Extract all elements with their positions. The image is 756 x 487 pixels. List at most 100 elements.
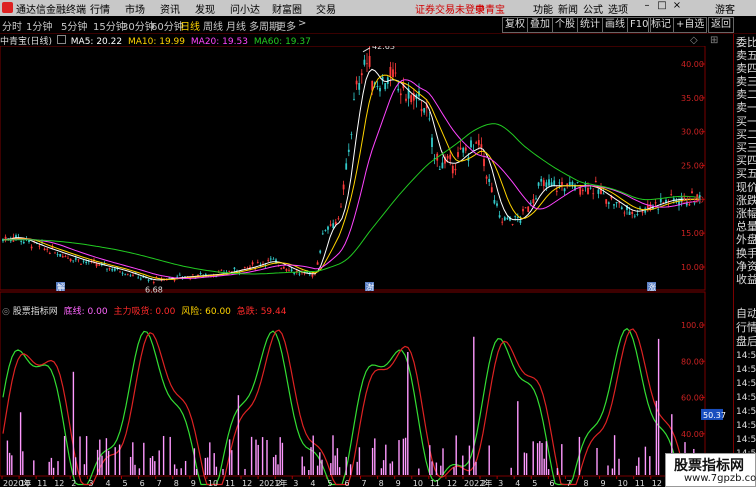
rp-shouyi: 收益 [736,273,756,286]
rp-sell4: 卖四 [736,62,756,75]
x-tick-label: 4 [515,479,520,487]
settings-icon[interactable]: ⊞ [710,35,718,46]
rp-hangqing[interactable]: 行情 [736,322,756,334]
rp-panhou[interactable]: 盘后 [736,336,756,348]
candle-body [438,169,441,170]
candle-body [405,98,407,101]
tongji-button[interactable]: 统计 [577,17,603,33]
candle-body [389,66,392,77]
x-tick-label: 4 [310,479,315,487]
high-price-pointer [362,47,371,53]
candle-body [548,179,550,186]
candle-body [228,270,231,272]
maximize-icon[interactable]: □ [655,0,669,15]
indicator-title[interactable]: 股票指标网 [13,307,58,317]
sub-y-tick-label: 60.00 [681,394,704,403]
candle-body [358,83,361,90]
diejia-button[interactable]: 叠加 [527,17,553,33]
add-watchlist-button[interactable]: +自选 [673,17,708,33]
x-tick-label: 6 [344,479,349,487]
period-1min[interactable]: 1分钟 [26,18,52,33]
menu-wenxiaoda[interactable]: 问小达 [230,1,260,16]
period-multi[interactable]: 多周期 [249,18,279,33]
x-tick-label: 10 [208,479,218,487]
candle-body [490,187,493,193]
candle-body [420,108,423,112]
menu-hangqing[interactable]: 行情 [90,1,110,16]
candle-body [394,72,397,74]
period-monthly[interactable]: 月线 [226,18,246,33]
candle-body [366,63,368,65]
candle-body [605,199,608,204]
y-tick-label: 40.00 [681,60,704,69]
candle-body [576,181,579,183]
candle-body [506,217,509,220]
back-button[interactable]: 返回 [708,17,734,33]
period-daily[interactable]: 日线 [180,18,200,33]
title-stock-name: 中青宝 [475,5,505,16]
period-fenshi[interactable]: 分时 [2,18,22,33]
indicator-settings-icon[interactable]: ◎ [2,307,10,317]
period-15min[interactable]: 15分钟 [93,18,126,33]
candle-body [527,206,530,212]
period-weekly[interactable]: 周线 [203,18,223,33]
menu-xuanxiang[interactable]: 选项 [608,1,628,16]
x-tick-label: 3 [293,479,298,487]
x-tick-label: 2 [276,479,281,487]
menu-xinwen[interactable]: 新闻 [558,1,578,16]
candle-body [319,250,322,253]
candle-body [524,207,527,209]
candle-body [545,182,548,188]
menu-caifuquan[interactable]: 财富圈 [272,1,302,16]
candle-body [462,147,465,153]
rp-zhangfu: 涨幅 [736,207,756,220]
huaxian-button[interactable]: 画线 [602,17,628,33]
candle-body [636,214,639,215]
fuquan-button[interactable]: 复权 [502,17,528,33]
candle-body [623,212,626,214]
period-more-arrow-icon[interactable]: > [298,18,306,29]
rp-buy4: 买四 [736,154,756,167]
candle-body [139,278,142,280]
menu-faxian[interactable]: 发现 [195,1,215,16]
x-tick-label: 5 [532,479,537,487]
close-icon[interactable]: × [670,0,684,15]
candle-body [483,158,485,167]
candle-body [633,215,636,217]
candle-body [431,137,433,148]
rp-buy3: 买三 [736,141,756,154]
candle-body [581,189,584,192]
candle-body [449,154,452,160]
candle-body [30,246,33,249]
candle-body [519,220,522,223]
biaoji-button[interactable]: 标记 [648,17,674,33]
menu-zixun[interactable]: 资讯 [160,1,180,16]
rp-weibi: 委比 [736,36,756,49]
period-5min[interactable]: 5分钟 [61,18,87,33]
rp-auto[interactable]: 自动 [736,308,756,320]
candle-body [121,272,124,274]
period-more[interactable]: 更多 [276,18,296,33]
watermark-url: www.7gpzb.com [684,473,756,484]
indicator-zhuli: 主力吸货: 0.00 [113,307,176,317]
period-30min[interactable]: 30分钟 [122,18,155,33]
indicator-fengxian: 风险: 60.00 [181,307,231,317]
app-logo-icon [2,2,13,13]
candle-body [613,204,615,206]
minimize-icon[interactable]: – [640,0,654,15]
rp-sell5: 卖五 [736,49,756,62]
menu-jiaoyi[interactable]: 交易 [316,1,336,16]
collapse-icon[interactable]: ◇ [690,35,698,46]
menu-gongshi[interactable]: 公式 [583,1,603,16]
menu-gongneng[interactable]: 功能 [533,1,553,16]
candle-body [363,59,366,65]
gegu-button[interactable]: 个股 [552,17,578,33]
period-60min[interactable]: 60分钟 [151,18,184,33]
rp-time: 14:56 [736,407,756,417]
candle-body [360,73,363,76]
rp-huanshou: 换手 [736,247,756,260]
guest-user[interactable]: 游客 [715,1,735,16]
x-tick-label: 2021年 [259,478,287,487]
menu-shichang[interactable]: 市场 [125,1,145,16]
x-tick-label: 10 [20,479,30,487]
